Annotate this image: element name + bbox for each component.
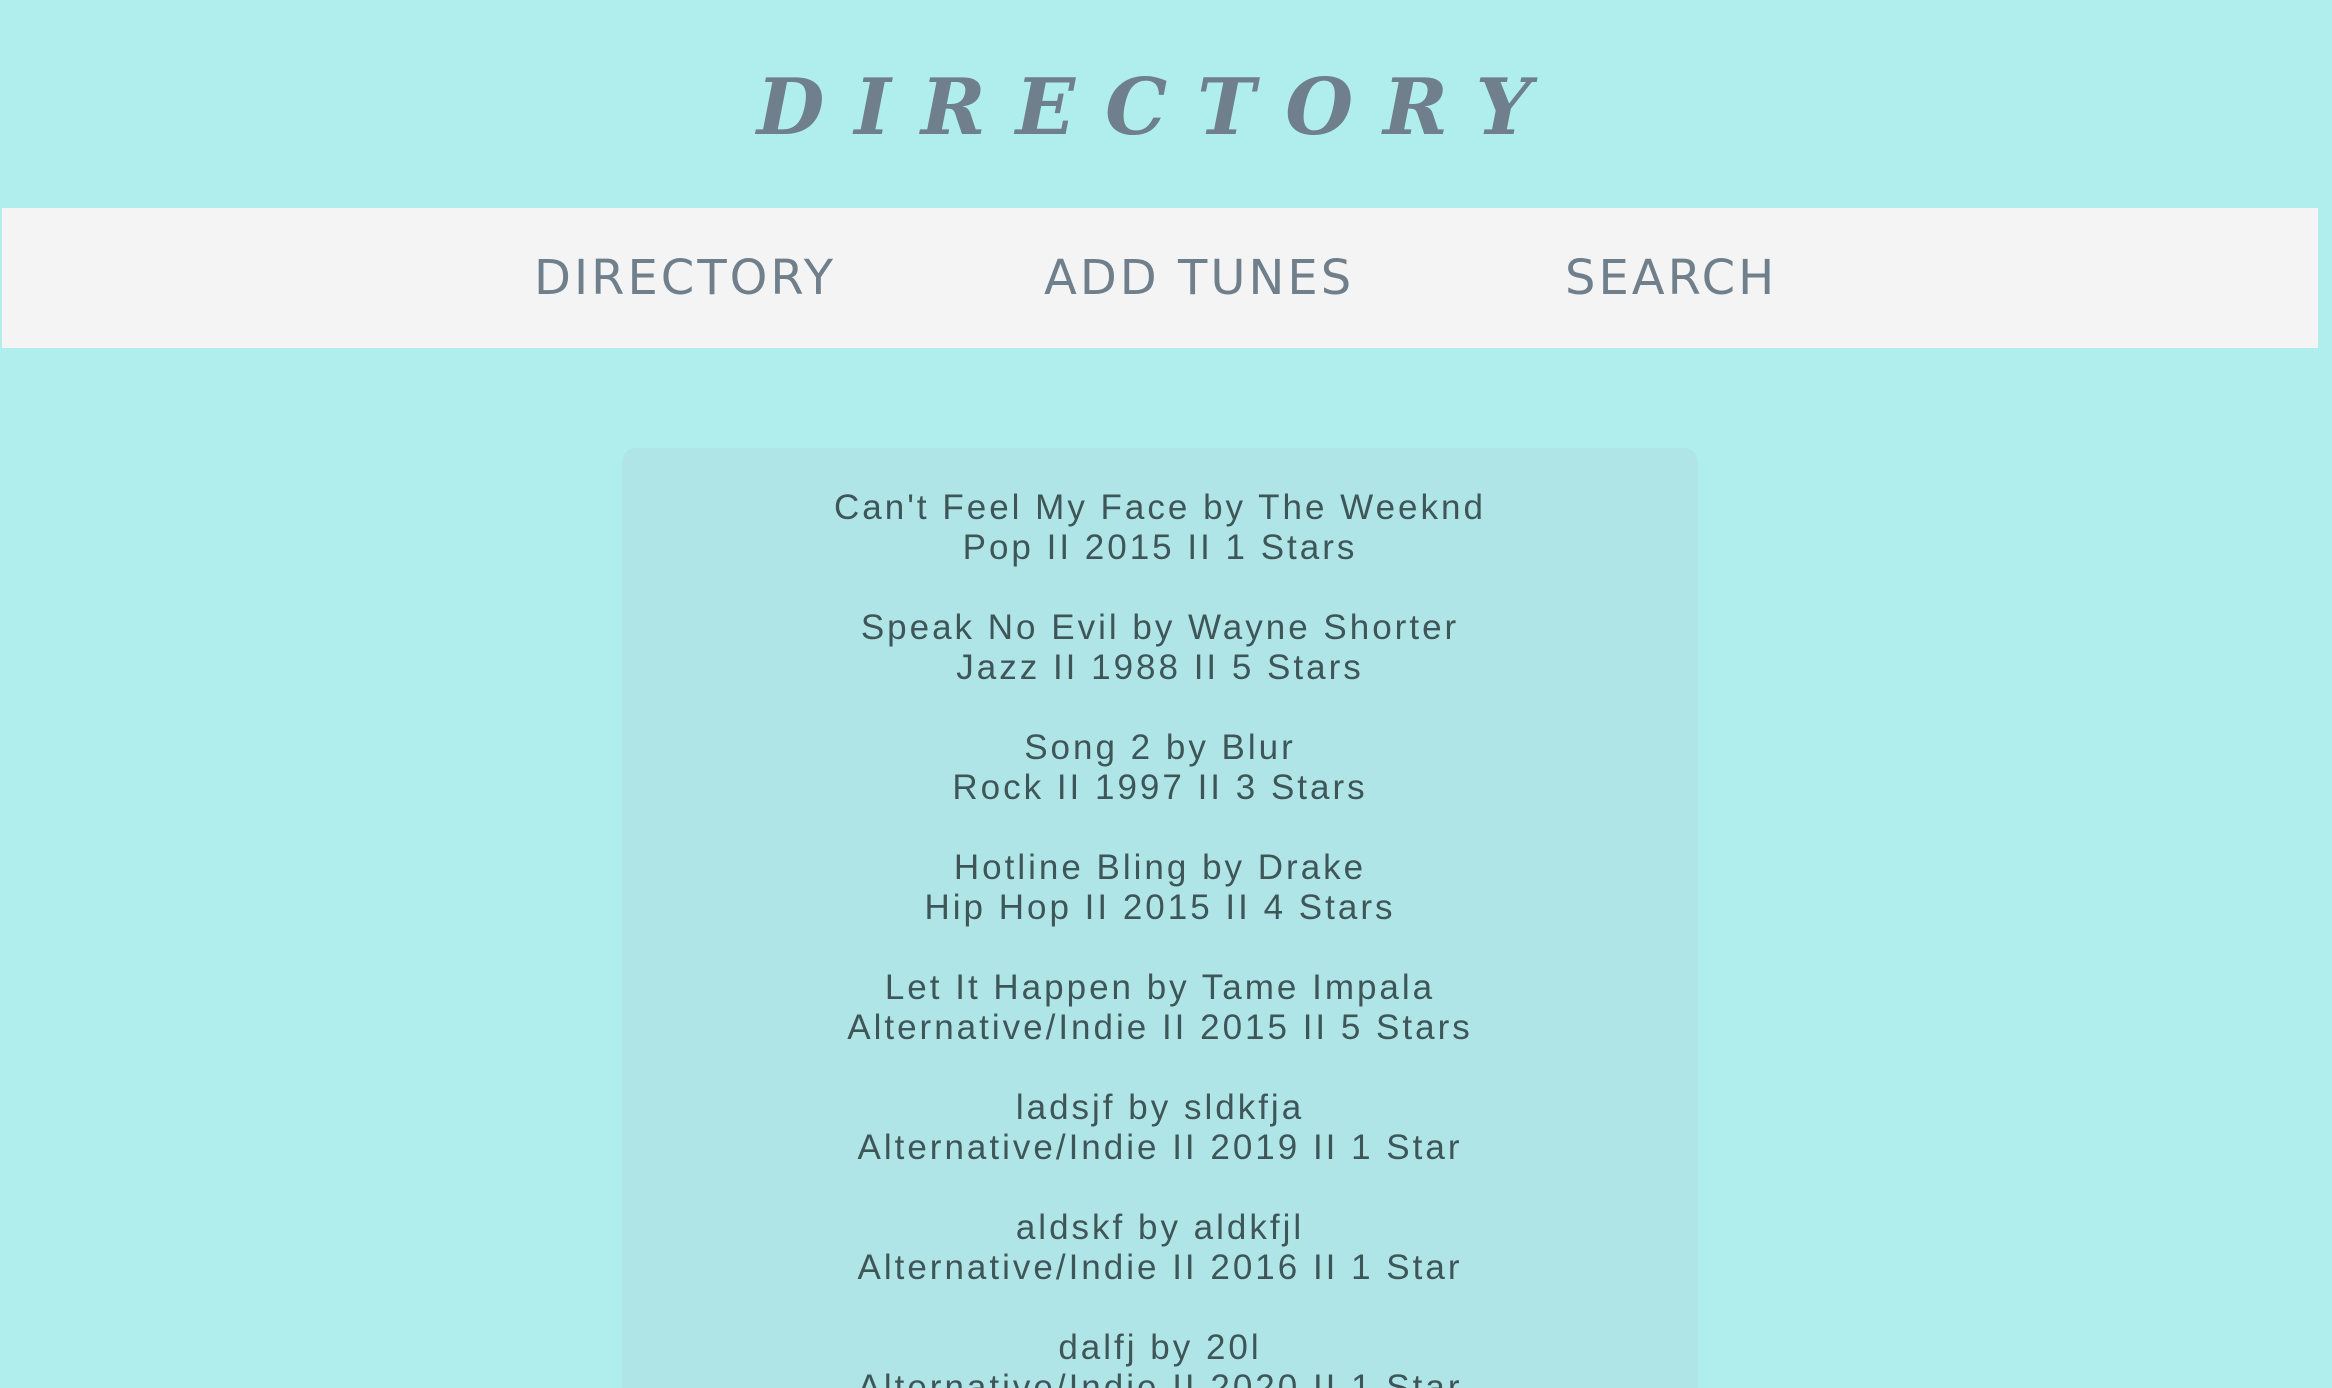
nav-directory-link[interactable]: DIRECTORY <box>534 208 836 348</box>
song-list-item: ladsjf by sldkfja Alternative/Indie II 2… <box>622 1088 1698 1208</box>
song-title-artist: aldskf by aldkfjl <box>1015 1208 1305 1247</box>
song-directory-panel: Can't Feel My Face by The Weeknd Pop II … <box>622 448 1698 1388</box>
main-nav: DIRECTORY ADD TUNES SEARCH <box>2 208 2318 348</box>
song-details: Jazz II 1988 II 5 Stars <box>956 648 1364 687</box>
song-title-artist: Speak No Evil by Wayne Shorter <box>860 608 1460 647</box>
song-list-item: Hotline Bling by Drake Hip Hop II 2015 I… <box>622 848 1698 968</box>
song-details: Alternative/Indie II 2016 II 1 Star <box>857 1248 1463 1287</box>
song-title-artist: Can't Feel My Face by The Weeknd <box>834 488 1486 527</box>
song-title-artist: Song 2 by Blur <box>1024 728 1296 767</box>
song-list-item: Song 2 by Blur Rock II 1997 II 3 Stars <box>622 728 1698 848</box>
song-details: Alternative/Indie II 2015 II 5 Stars <box>847 1008 1473 1047</box>
song-list-item: Let It Happen by Tame Impala Alternative… <box>622 968 1698 1088</box>
site-title: DIRECTORY <box>756 62 1562 153</box>
song-details: Alternative/Indie II 2020 II 1 Star <box>857 1368 1463 1388</box>
nav-search-link[interactable]: SEARCH <box>1565 208 1777 348</box>
song-list-item: aldskf by aldkfjl Alternative/Indie II 2… <box>622 1208 1698 1328</box>
song-details: Alternative/Indie II 2019 II 1 Star <box>857 1128 1463 1167</box>
song-details: Hip Hop II 2015 II 4 Stars <box>924 888 1396 927</box>
site-header: DIRECTORY <box>0 0 2332 208</box>
song-list-item: dalfj by 20l Alternative/Indie II 2020 I… <box>622 1328 1698 1388</box>
song-title-artist: ladsjf by sldkfja <box>1015 1088 1305 1127</box>
song-title-artist: Let It Happen by Tame Impala <box>884 968 1436 1007</box>
song-title-artist: dalfj by 20l <box>1058 1328 1262 1367</box>
song-list-item: Can't Feel My Face by The Weeknd Pop II … <box>622 488 1698 608</box>
song-list-item: Speak No Evil by Wayne Shorter Jazz II 1… <box>622 608 1698 728</box>
song-details: Rock II 1997 II 3 Stars <box>952 768 1368 807</box>
song-title-artist: Hotline Bling by Drake <box>953 848 1367 887</box>
song-list: Can't Feel My Face by The Weeknd Pop II … <box>622 488 1698 1388</box>
song-details: Pop II 2015 II 1 Stars <box>962 528 1358 567</box>
nav-add-tunes-link[interactable]: ADD TUNES <box>1044 208 1354 348</box>
